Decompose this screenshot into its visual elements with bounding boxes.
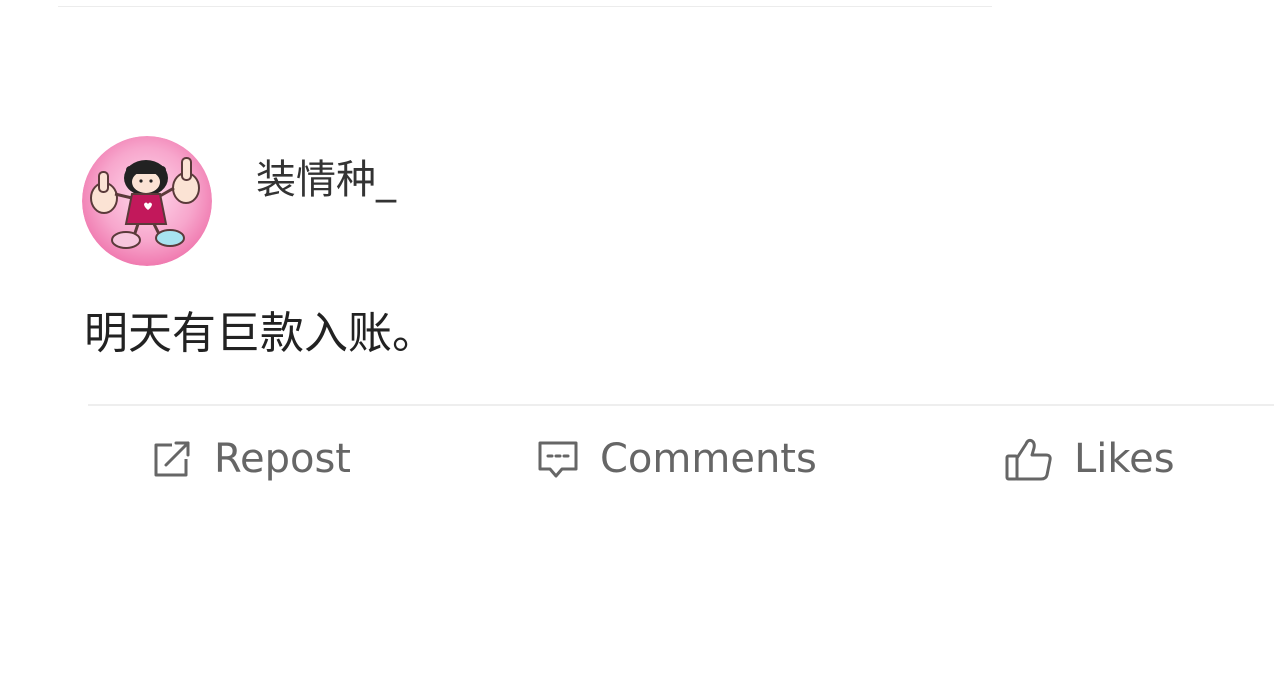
likes-label: Likes (1074, 436, 1175, 482)
thumbs-up-icon (1004, 436, 1054, 482)
comments-label: Comments (600, 436, 817, 482)
repost-icon (150, 439, 194, 479)
comment-icon (536, 439, 580, 479)
actions-divider (88, 404, 1274, 406)
repost-label: Repost (214, 436, 351, 482)
comments-button[interactable]: Comments (536, 426, 817, 492)
avatar[interactable] (82, 136, 212, 266)
author-name[interactable]: 装情种_ (256, 152, 396, 208)
likes-button[interactable]: Likes (1004, 426, 1175, 492)
action-bar: Repost Comments Likes (0, 426, 1280, 492)
repost-button[interactable]: Repost (150, 426, 351, 492)
post-text: 明天有巨款入账。 (84, 308, 436, 359)
post-card: 装情种_ 明天有巨款入账。 Repost Comments Likes (0, 0, 1280, 696)
cartoon-girl-avatar-icon (82, 136, 212, 266)
